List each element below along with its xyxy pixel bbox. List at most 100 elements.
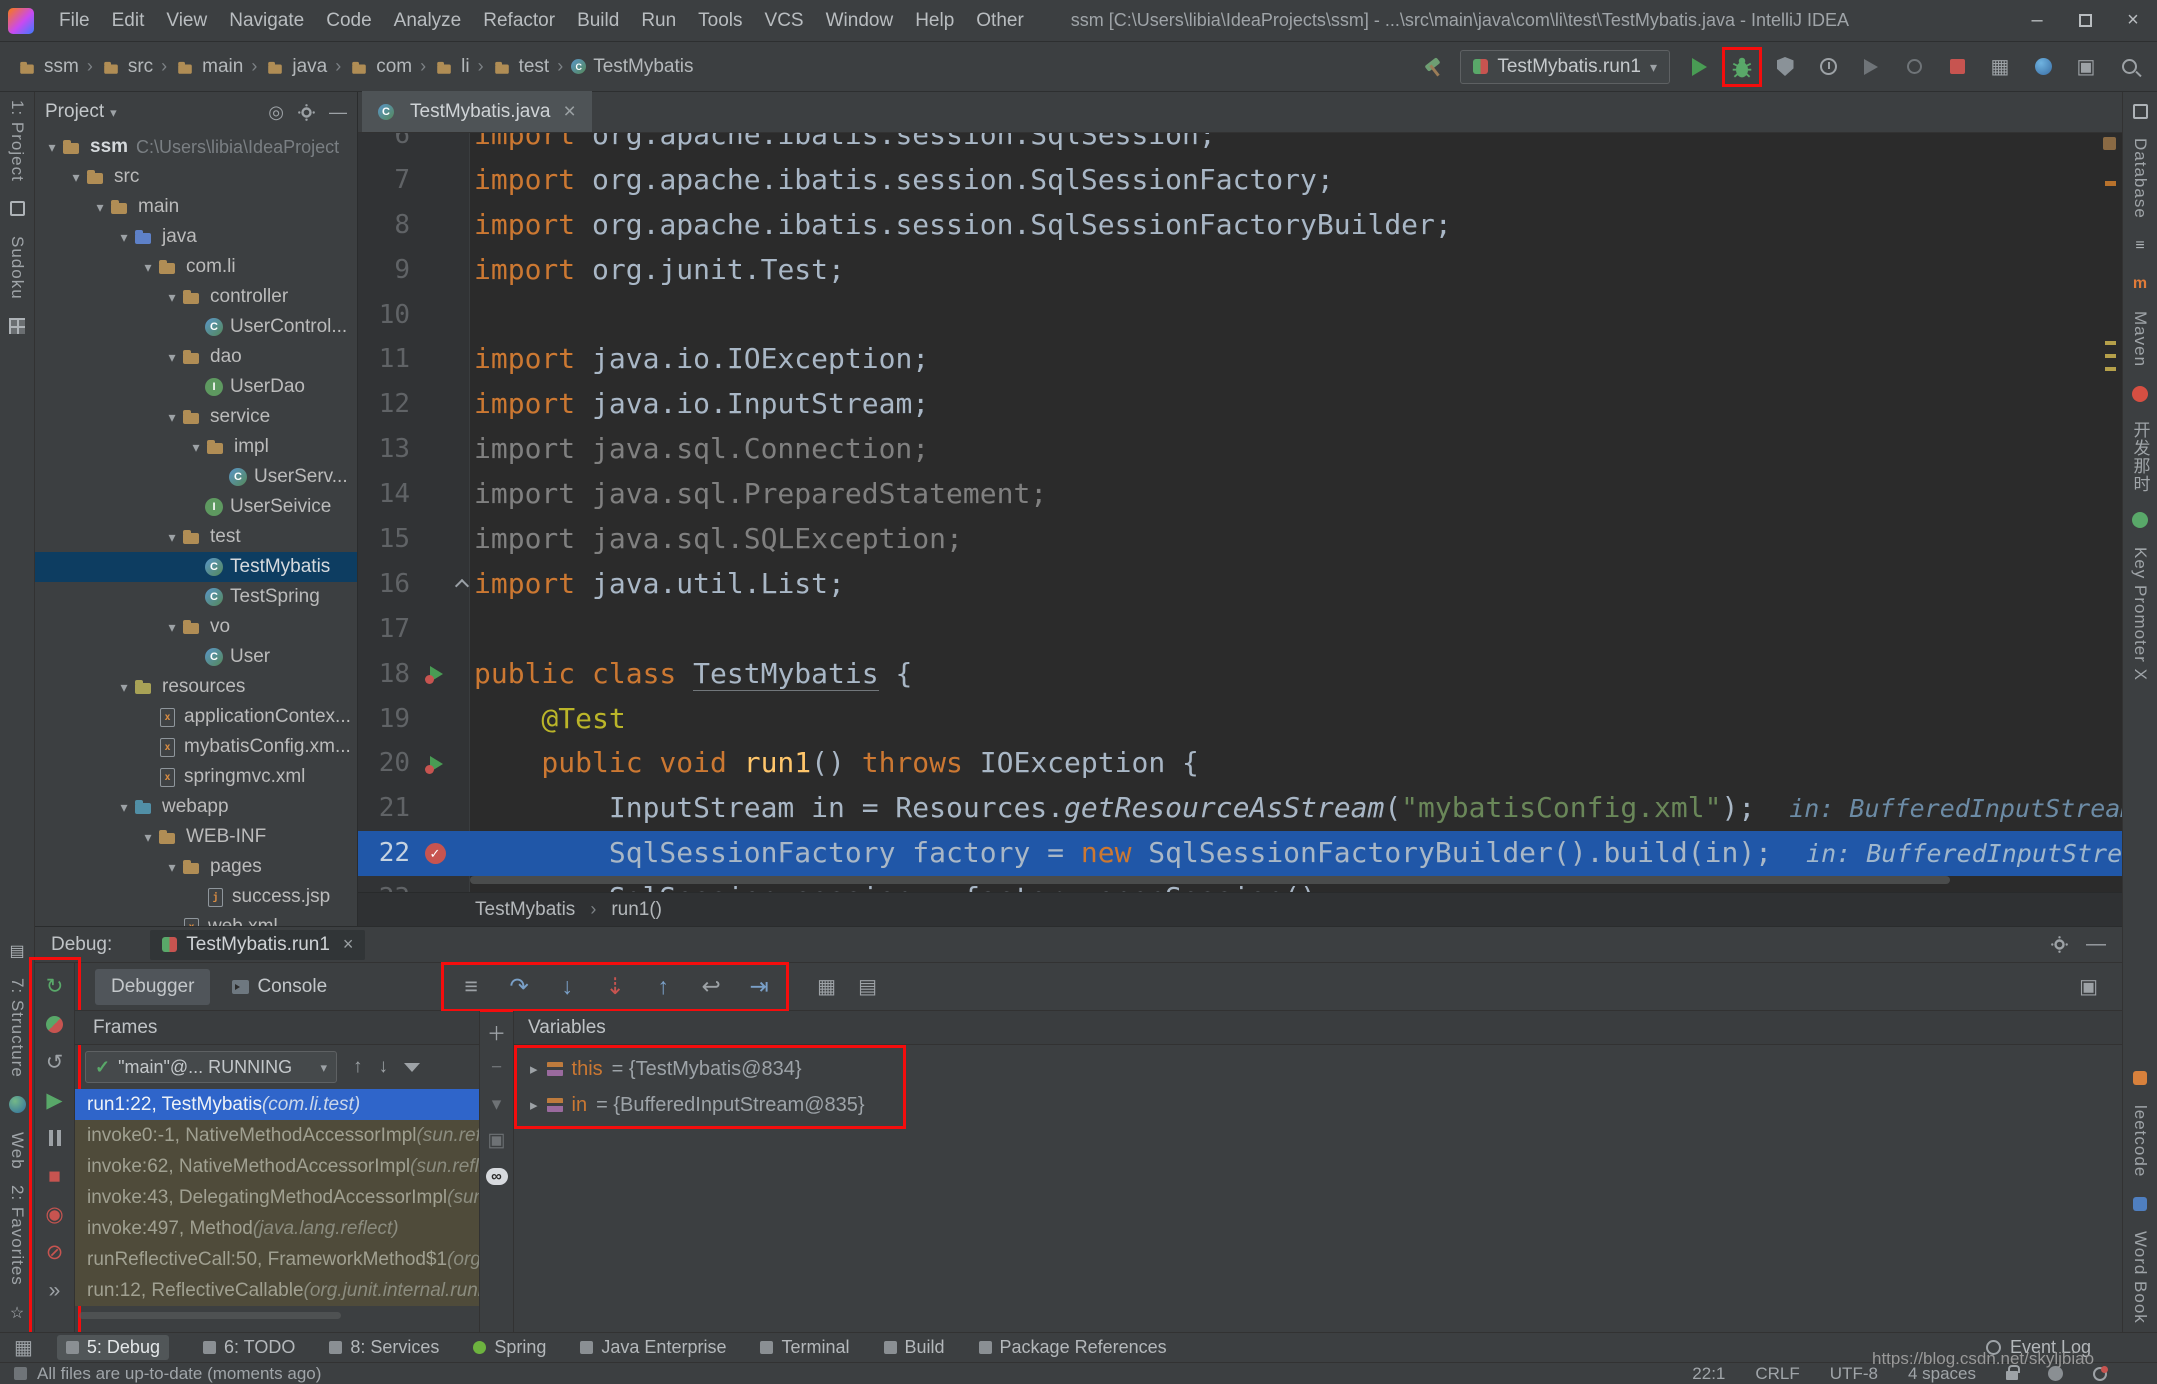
expand-arrow-icon[interactable]: ▾ [67,169,85,186]
lock-icon[interactable] [2006,1371,2018,1380]
expand-arrow-icon[interactable]: ▾ [187,439,205,456]
warning-stripe-mark[interactable] [2105,341,2116,345]
hide-panel-icon[interactable]: — [329,102,347,123]
tree-item-src[interactable]: ▾src [35,162,357,192]
line-number[interactable]: 10 [358,293,420,338]
tree-item-service[interactable]: ▾service [35,402,357,432]
tool-switcher-icon[interactable]: ▦ [14,1338,33,1358]
frames-scrollbar[interactable] [79,1312,341,1319]
expand-arrow-icon[interactable]: ▾ [115,229,133,246]
line-number[interactable]: 23 [358,876,420,892]
search-everywhere-button[interactable] [2029,53,2057,81]
debug-session-tab[interactable]: TestMybatis.run1 × [150,930,365,960]
filter-icon[interactable] [404,1063,420,1072]
stop-button[interactable] [1943,53,1971,81]
tool-button-web[interactable]: Web [7,1124,27,1178]
notifications-icon[interactable] [2093,1367,2107,1381]
pause-icon[interactable] [42,1125,68,1151]
gear-icon[interactable] [301,107,311,117]
run-config-selector[interactable]: TestMybatis.run1 ▾ [1460,50,1670,84]
line-number[interactable]: 14 [358,472,420,517]
tree-item-web-inf[interactable]: ▾WEB-INF [35,822,357,852]
menu-item-help[interactable]: Help [904,0,965,41]
stack-frame[interactable]: invoke0:-1, NativeMethodAccessorImpl (su… [75,1120,479,1151]
expand-arrow-icon[interactable]: ▾ [163,409,181,426]
tree-item-vo[interactable]: ▾vo [35,612,357,642]
line-separator[interactable]: CRLF [1755,1364,1799,1384]
stack-frame[interactable]: invoke:497, Method (java.lang.reflect) [75,1213,479,1244]
line-number[interactable]: 15 [358,517,420,562]
breadcrumb-com[interactable]: com [346,56,415,78]
more-actions-icon[interactable]: » [42,1277,68,1303]
step-into-icon[interactable]: ↓ [551,972,583,1002]
close-icon[interactable]: × [2109,0,2157,42]
tree-item-springmvc-xml[interactable]: xspringmvc.xml [35,762,357,792]
breadcrumb-test[interactable]: test [489,56,553,78]
tree-item-pages[interactable]: ▾pages [35,852,357,882]
menu-item-run[interactable]: Run [630,0,687,41]
step-over-icon[interactable]: ↷ [503,972,535,1002]
fold-marker-icon[interactable] [455,579,469,593]
horizontal-scrollbar[interactable] [470,876,1950,884]
line-number[interactable]: 20 [358,741,420,786]
tool-window-button-java-enterprise[interactable]: Java Enterprise [580,1337,726,1358]
tool-button-favorites[interactable]: 2: Favorites [7,1177,27,1294]
mute-breakpoints-icon[interactable]: ⊘ [42,1239,68,1265]
tool-windows-button[interactable]: ▦ [1986,53,2014,81]
tool-button-structure[interactable]: 7: Structure [7,970,27,1086]
expand-arrow-icon[interactable]: ▾ [163,529,181,546]
expand-arrow-icon[interactable]: ▾ [139,829,157,846]
tree-item-impl[interactable]: ▾impl [35,432,357,462]
restore-layout-icon[interactable]: ▣ [2079,977,2098,997]
breadcrumb-li[interactable]: li [431,56,472,78]
line-number[interactable]: 16 [358,562,420,607]
menu-item-file[interactable]: File [48,0,101,41]
menu-item-code[interactable]: Code [315,0,382,41]
project-panel-title[interactable]: Project [45,101,104,123]
line-number[interactable]: 13 [358,427,420,472]
show-return-values-icon[interactable]: ∞ [486,1165,508,1187]
menu-item-window[interactable]: Window [815,0,905,41]
build-hammer-icon[interactable] [1423,56,1445,78]
expand-arrow-icon[interactable]: ▾ [163,859,181,876]
rerun-icon[interactable]: ↻ [42,973,68,999]
tool-window-button-build[interactable]: Build [884,1337,945,1358]
tree-item-com-li[interactable]: ▾com.li [35,252,357,282]
breadcrumb-java[interactable]: java [262,56,330,78]
add-watch-icon[interactable]: ＋ [486,1021,508,1043]
layout-options-icon[interactable]: ≡ [455,972,487,1002]
tree-item-ssm[interactable]: ▾ssmC:\Users\libia\IdeaProject [35,132,357,162]
expand-arrow-icon[interactable]: ▾ [115,799,133,816]
line-number[interactable]: 18 [358,652,420,697]
menu-item-analyze[interactable]: Analyze [383,0,473,41]
tab-debugger[interactable]: Debugger [95,969,210,1005]
coverage-button[interactable] [1771,53,1799,81]
warning-stripe-mark[interactable] [2105,367,2116,371]
variable-row-this[interactable]: ▸this = {TestMybatis@834} [520,1051,900,1087]
file-encoding[interactable]: UTF-8 [1830,1364,1878,1384]
minimize-icon[interactable]: – [2013,0,2061,42]
tree-item-test[interactable]: ▾test [35,522,357,552]
breadcrumb-testmybatis[interactable]: CTestMybatis [568,56,696,78]
tool-window-button-8-services[interactable]: 8: Services [329,1337,439,1358]
expand-arrow-icon[interactable]: ▾ [163,289,181,306]
line-number[interactable]: 19 [358,697,420,742]
ant-icon[interactable]: ≡ [2131,237,2149,255]
run-gutter-icon[interactable] [425,664,445,684]
expand-arrow-icon[interactable]: ▾ [163,619,181,636]
tool-window-button-6-todo[interactable]: 6: TODO [203,1337,295,1358]
duplicate-watch-icon[interactable]: ▣ [486,1129,508,1151]
breadcrumb-class[interactable]: TestMybatis [475,899,575,921]
stack-frame[interactable]: run1:22, TestMybatis (com.li.test) [75,1089,479,1120]
stack-frame[interactable]: run:12, ReflectiveCallable (org.junit.in… [75,1275,479,1306]
tool-window-button-terminal[interactable]: Terminal [760,1337,849,1358]
menu-item-edit[interactable]: Edit [101,0,156,41]
view-breakpoints-icon[interactable]: ◉ [42,1201,68,1227]
line-number[interactable]: 7 [358,158,420,203]
tool-button-database[interactable]: Database [2130,130,2150,227]
run-gutter-icon[interactable] [425,754,445,774]
step-out-icon[interactable]: ↑ [647,972,679,1002]
profiler-button[interactable] [1814,53,1842,81]
expand-arrow-icon[interactable]: ▾ [91,199,109,216]
menu-item-navigate[interactable]: Navigate [218,0,315,41]
